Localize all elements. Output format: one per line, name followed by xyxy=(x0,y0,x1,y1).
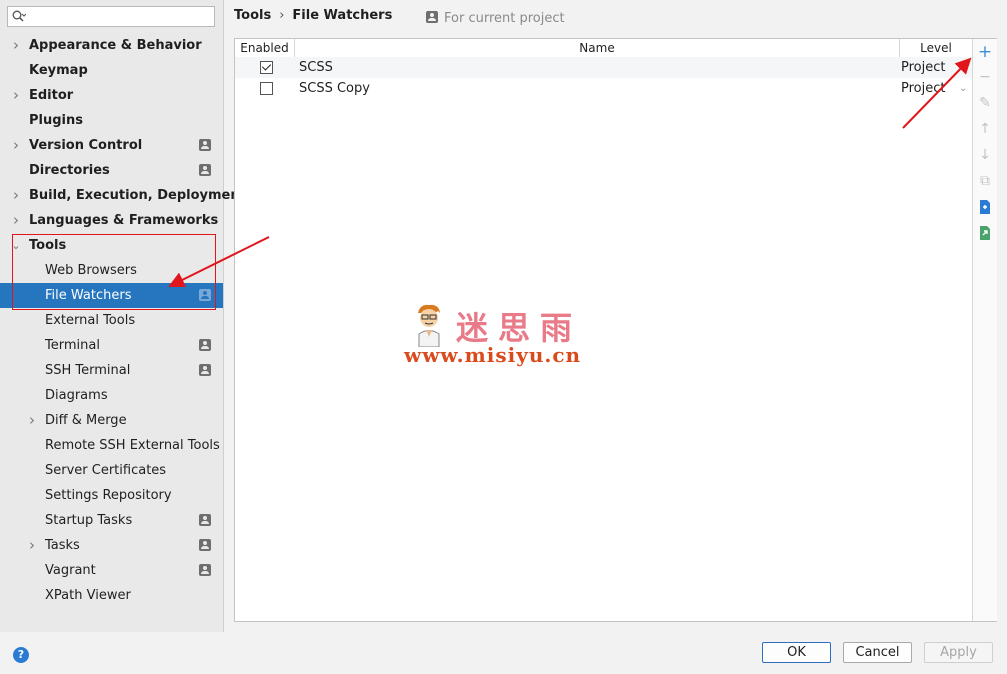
annotation-arrows xyxy=(168,57,972,287)
annotation-arrow-add xyxy=(902,57,972,129)
annotation-arrow-sidebar xyxy=(168,236,270,287)
